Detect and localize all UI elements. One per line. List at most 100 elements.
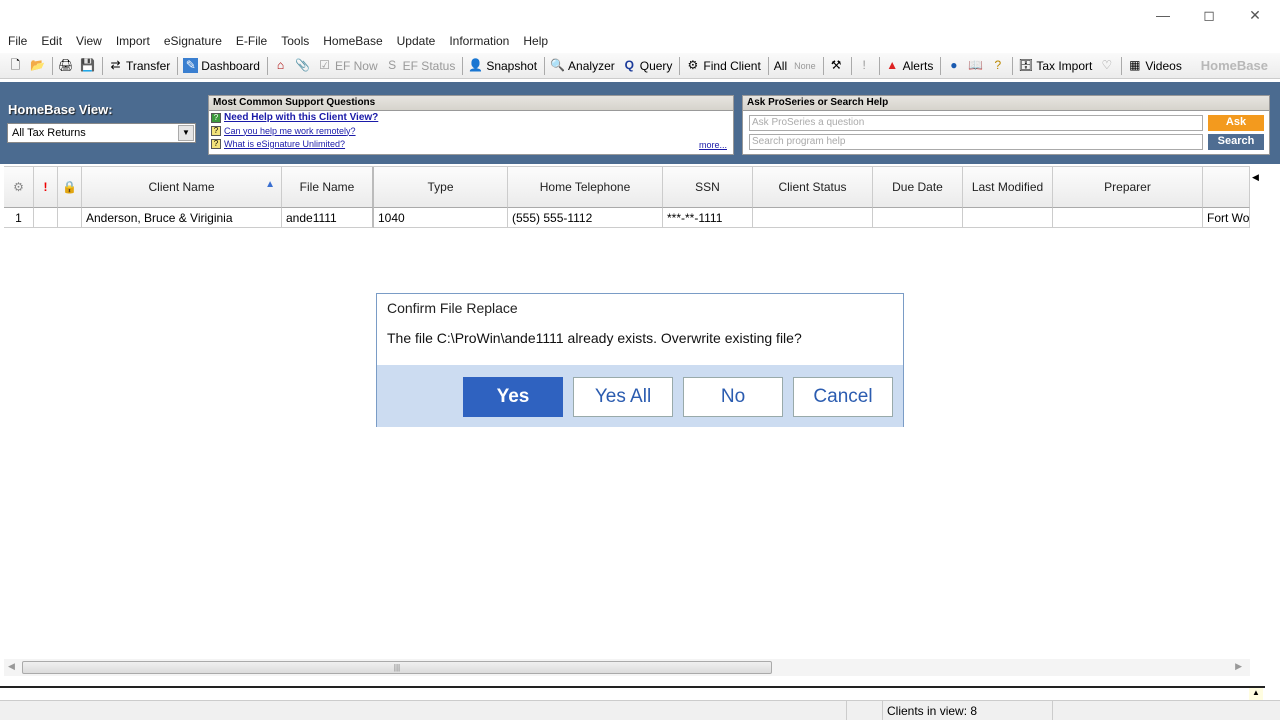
column-label: Home Telephone: [539, 180, 631, 194]
menu-esignature[interactable]: eSignature: [164, 34, 222, 48]
column-label: Due Date: [892, 180, 943, 194]
chevron-down-icon[interactable]: ▼: [178, 125, 194, 141]
expand-up-icon[interactable]: ▲: [1249, 688, 1263, 700]
dashboard-button[interactable]: ✎ Dashboard: [183, 58, 260, 73]
tax-import-label: Tax Import: [1036, 58, 1093, 73]
videos-label: Videos: [1145, 58, 1182, 73]
transfer-label: Transfer: [126, 58, 171, 73]
shield-button[interactable]: ♡: [1099, 58, 1114, 73]
attach-button[interactable]: 📎: [295, 58, 310, 73]
analyzer-icon: 🔍: [550, 58, 566, 72]
due-date-cell: [873, 208, 963, 228]
manual-button[interactable]: 📖: [968, 58, 983, 73]
ef-now-label: EF Now: [334, 58, 378, 73]
print-button[interactable]: 🖨: [58, 58, 73, 73]
column-client-status[interactable]: Client Status: [753, 167, 873, 208]
help-button[interactable]: ?: [990, 58, 1005, 73]
question-link[interactable]: What is eSignature Unlimited?: [224, 139, 345, 149]
select-none-button[interactable]: None: [794, 61, 816, 71]
ef-status-button[interactable]: S EF Status: [385, 58, 455, 73]
homebase-view-select[interactable]: All Tax Returns ▼: [7, 123, 196, 143]
column-lock[interactable]: 🔒: [58, 167, 82, 208]
scroll-left-icon[interactable]: ◀: [8, 661, 15, 672]
question-link[interactable]: Need Help with this Client View?: [224, 112, 378, 123]
menu-information[interactable]: Information: [449, 34, 509, 48]
analyzer-label: Analyzer: [568, 58, 615, 73]
ef-now-button[interactable]: ☑ EF Now: [317, 58, 378, 73]
column-settings[interactable]: ⚙: [4, 167, 34, 208]
menu-help[interactable]: Help: [523, 34, 548, 48]
cancel-button[interactable]: Cancel: [793, 377, 893, 417]
column-client-name[interactable]: Client Name ▲: [82, 167, 282, 208]
clients-in-view: Clients in view: 8: [882, 701, 1052, 720]
menu-file[interactable]: File: [8, 34, 27, 48]
menu-import[interactable]: Import: [116, 34, 150, 48]
ask-button[interactable]: Ask: [1208, 115, 1264, 131]
book-icon: 📖: [968, 58, 984, 72]
search-button[interactable]: Search: [1208, 134, 1264, 150]
web-button[interactable]: ●: [946, 58, 961, 73]
help-icon: ?: [211, 112, 221, 123]
alarm-icon: ▲: [886, 58, 899, 72]
open-button[interactable]: 📂: [30, 58, 45, 73]
city-cell: Fort Wo: [1203, 208, 1250, 228]
ef-center-button[interactable]: ⌂: [273, 58, 288, 73]
transfer-button[interactable]: ⇄ Transfer: [108, 58, 170, 73]
yes-button[interactable]: Yes: [463, 377, 563, 417]
client-status-cell: [753, 208, 873, 228]
column-label: Type: [427, 180, 454, 194]
menu-tools[interactable]: Tools: [281, 34, 309, 48]
column-ssn[interactable]: SSN: [663, 167, 753, 208]
globe-icon: ●: [950, 58, 958, 72]
menu-update[interactable]: Update: [397, 34, 436, 48]
help-icon: ?: [211, 125, 221, 136]
preparer-cell: [1053, 208, 1203, 228]
file-name-cell: ande1111: [282, 208, 374, 228]
yes-all-button[interactable]: Yes All: [573, 377, 673, 417]
column-file-name[interactable]: File Name: [282, 167, 374, 208]
vertical-scrollbar[interactable]: ◀: [1250, 166, 1266, 660]
menu-edit[interactable]: Edit: [41, 34, 62, 48]
videos-button[interactable]: ▦ Videos: [1127, 58, 1182, 73]
new-button[interactable]: 🗋: [8, 58, 23, 73]
close-button[interactable]: ✕: [1232, 0, 1278, 30]
menu-view[interactable]: View: [76, 34, 102, 48]
exclamation-icon: !: [43, 180, 48, 194]
priority-button[interactable]: !: [857, 58, 872, 73]
query-icon: Q: [624, 58, 634, 72]
column-last-modified[interactable]: Last Modified: [963, 167, 1053, 208]
search-help-input[interactable]: Search program help: [749, 134, 1203, 150]
tax-import-button[interactable]: 🗄 Tax Import: [1018, 58, 1092, 73]
collapse-arrow-icon[interactable]: ◀: [1252, 172, 1259, 183]
find-client-button[interactable]: ⚙ Find Client: [685, 58, 761, 73]
column-preparer[interactable]: Preparer: [1053, 167, 1203, 208]
column-label: Preparer: [1104, 180, 1151, 194]
query-button[interactable]: Q Query: [622, 58, 673, 73]
minimize-button[interactable]: —: [1140, 0, 1186, 30]
analyzer-button[interactable]: 🔍 Analyzer: [550, 58, 615, 73]
ask-title: Ask ProSeries or Search Help: [743, 96, 1269, 111]
column-priority[interactable]: !: [34, 167, 58, 208]
maximize-button[interactable]: ◻: [1186, 0, 1232, 30]
tools-button[interactable]: ⚒: [829, 58, 844, 73]
no-button[interactable]: No: [683, 377, 783, 417]
column-type[interactable]: Type: [374, 167, 508, 208]
splitter[interactable]: [0, 686, 1265, 688]
more-link[interactable]: more...: [699, 140, 727, 150]
ask-input[interactable]: Ask ProSeries a question: [749, 115, 1203, 131]
type-cell: 1040: [374, 208, 508, 228]
column-home-telephone[interactable]: Home Telephone: [508, 167, 663, 208]
snapshot-button[interactable]: 👤 Snapshot: [468, 58, 537, 73]
column-due-date[interactable]: Due Date: [873, 167, 963, 208]
alerts-label: Alerts: [902, 58, 934, 73]
menu-homebase[interactable]: HomeBase: [323, 34, 382, 48]
question-link[interactable]: Can you help me work remotely?: [224, 126, 356, 136]
select-all-button[interactable]: All: [774, 59, 787, 73]
scroll-right-icon[interactable]: ▶: [1235, 661, 1242, 672]
alerts-button[interactable]: ▲ Alerts: [885, 58, 934, 73]
column-extra[interactable]: [1203, 167, 1250, 208]
horizontal-scrollbar[interactable]: ◀ ||| ▶: [4, 659, 1250, 676]
save-button[interactable]: 💾: [80, 58, 95, 73]
scrollbar-thumb[interactable]: |||: [22, 661, 772, 674]
menu-efile[interactable]: E-File: [236, 34, 267, 48]
